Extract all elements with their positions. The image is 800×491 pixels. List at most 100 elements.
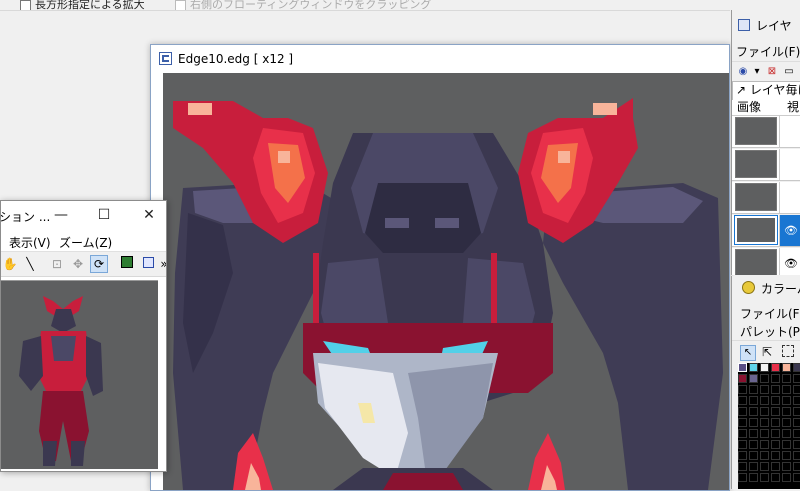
navigator-preview[interactable] [1,280,158,469]
color-swatch[interactable] [749,451,758,460]
maximize-button[interactable]: ☐ [93,204,115,226]
color-swatch[interactable] [793,440,800,449]
color-swatch[interactable] [749,440,758,449]
color-swatch[interactable] [738,473,747,482]
palette-swatch-grid[interactable] [738,363,800,489]
color-swatch[interactable] [738,429,747,438]
refresh-icon[interactable]: ⟳ [90,255,108,273]
layer-row[interactable] [732,182,800,214]
color-swatch[interactable] [793,363,800,372]
color-swatch[interactable] [782,473,791,482]
color-swatch[interactable] [749,407,758,416]
editor-titlebar[interactable]: Edge10.edg [ x12 ] [151,45,729,73]
hand-icon[interactable]: ✋ [1,255,19,273]
color-swatch[interactable] [793,418,800,427]
delete-layer-icon[interactable]: ⊠ [766,66,778,78]
color-swatch[interactable] [760,440,769,449]
layer-settings-icon[interactable]: ▭ [783,66,795,78]
clip-floating-windows-option[interactable]: 右側のフローティングウィンドウをクラッピング [175,0,431,10]
color-swatch[interactable] [760,418,769,427]
layer-row[interactable]: 👁 [732,215,800,247]
color-swatch[interactable] [738,418,747,427]
color-swatch[interactable] [738,396,747,405]
color-swatch[interactable] [738,374,747,383]
color-swatch[interactable] [749,462,758,471]
layer-row[interactable]: 👁 [732,248,800,275]
color-swatch[interactable] [771,374,780,383]
color-swatch[interactable] [738,407,747,416]
minimize-button[interactable]: — [50,204,72,226]
visibility-toggle[interactable] [779,116,800,147]
visibility-toggle[interactable] [779,182,800,213]
color-swatch[interactable] [749,429,758,438]
more-tools-icon[interactable]: » [159,255,166,273]
color-swatch[interactable] [760,407,769,416]
visibility-toggle[interactable] [779,149,800,180]
layers-icon[interactable] [139,255,157,273]
color-swatch[interactable] [738,462,747,471]
color-swatch[interactable] [793,407,800,416]
color-swatch[interactable] [782,363,791,372]
color-swatch[interactable] [782,418,791,427]
menu-zoom[interactable]: ズーム(Z) [59,234,112,251]
visibility-toggle[interactable]: 👁 [779,215,800,246]
color-swatch[interactable] [760,363,769,372]
color-swatch[interactable] [771,451,780,460]
color-swatch[interactable] [771,462,780,471]
color-swatch[interactable] [738,363,747,372]
color-swatch[interactable] [749,418,758,427]
color-swatch[interactable] [771,429,780,438]
color-swatch[interactable] [760,374,769,383]
new-layer-icon[interactable]: ◉ [737,66,749,78]
color-swatch[interactable] [771,418,780,427]
pixel-canvas[interactable] [163,73,729,490]
color-swatch[interactable] [738,451,747,460]
color-swatch[interactable] [793,396,800,405]
color-swatch[interactable] [771,385,780,394]
color-swatch[interactable] [749,374,758,383]
layer-mode-row[interactable]: ↗ レイヤ毎に [732,81,800,101]
layer-row[interactable] [732,116,800,148]
color-swatch[interactable] [760,451,769,460]
color-swatch[interactable] [793,374,800,383]
layer-row[interactable] [732,149,800,181]
visibility-toggle[interactable]: 👁 [779,248,800,275]
color-swatch[interactable] [793,462,800,471]
color-swatch[interactable] [760,429,769,438]
menu-view[interactable]: 表示(V) [9,234,51,251]
checkbox[interactable] [175,0,186,10]
select-pointer-icon[interactable]: ↖ [740,345,756,361]
color-swatch[interactable] [793,429,800,438]
dropdown-arrow-icon[interactable]: ▾ [751,66,763,78]
zoom-by-rect-option[interactable]: 長方形指定による拡大 [20,0,145,10]
color-swatch[interactable] [771,440,780,449]
crosshair-icon[interactable]: ✥ [69,255,87,273]
color-swatch[interactable] [749,363,758,372]
color-swatch[interactable] [793,385,800,394]
color-swatch[interactable] [793,451,800,460]
color-swatch[interactable] [771,363,780,372]
color-swatch[interactable] [782,407,791,416]
palette-menu-file[interactable]: ファイル(F) 編 [740,305,800,322]
color-swatch[interactable] [771,473,780,482]
pen-icon[interactable]: ╲ [21,255,39,273]
color-map-icon[interactable] [118,255,136,273]
color-swatch[interactable] [782,440,791,449]
color-swatch[interactable] [749,396,758,405]
color-swatch[interactable] [782,429,791,438]
color-swatch[interactable] [793,473,800,482]
zoom-rect-icon[interactable]: ⊡ [48,255,66,273]
color-swatch[interactable] [782,374,791,383]
color-swatch[interactable] [749,473,758,482]
eyedropper-pointer-icon[interactable]: ⇱ [762,345,772,359]
color-swatch[interactable] [738,385,747,394]
color-swatch[interactable] [760,385,769,394]
checkbox[interactable] [20,0,31,10]
color-swatch[interactable] [771,396,780,405]
color-swatch[interactable] [782,462,791,471]
color-swatch[interactable] [738,440,747,449]
color-swatch[interactable] [771,407,780,416]
color-swatch[interactable] [782,451,791,460]
color-swatch[interactable] [749,385,758,394]
color-swatch[interactable] [760,462,769,471]
